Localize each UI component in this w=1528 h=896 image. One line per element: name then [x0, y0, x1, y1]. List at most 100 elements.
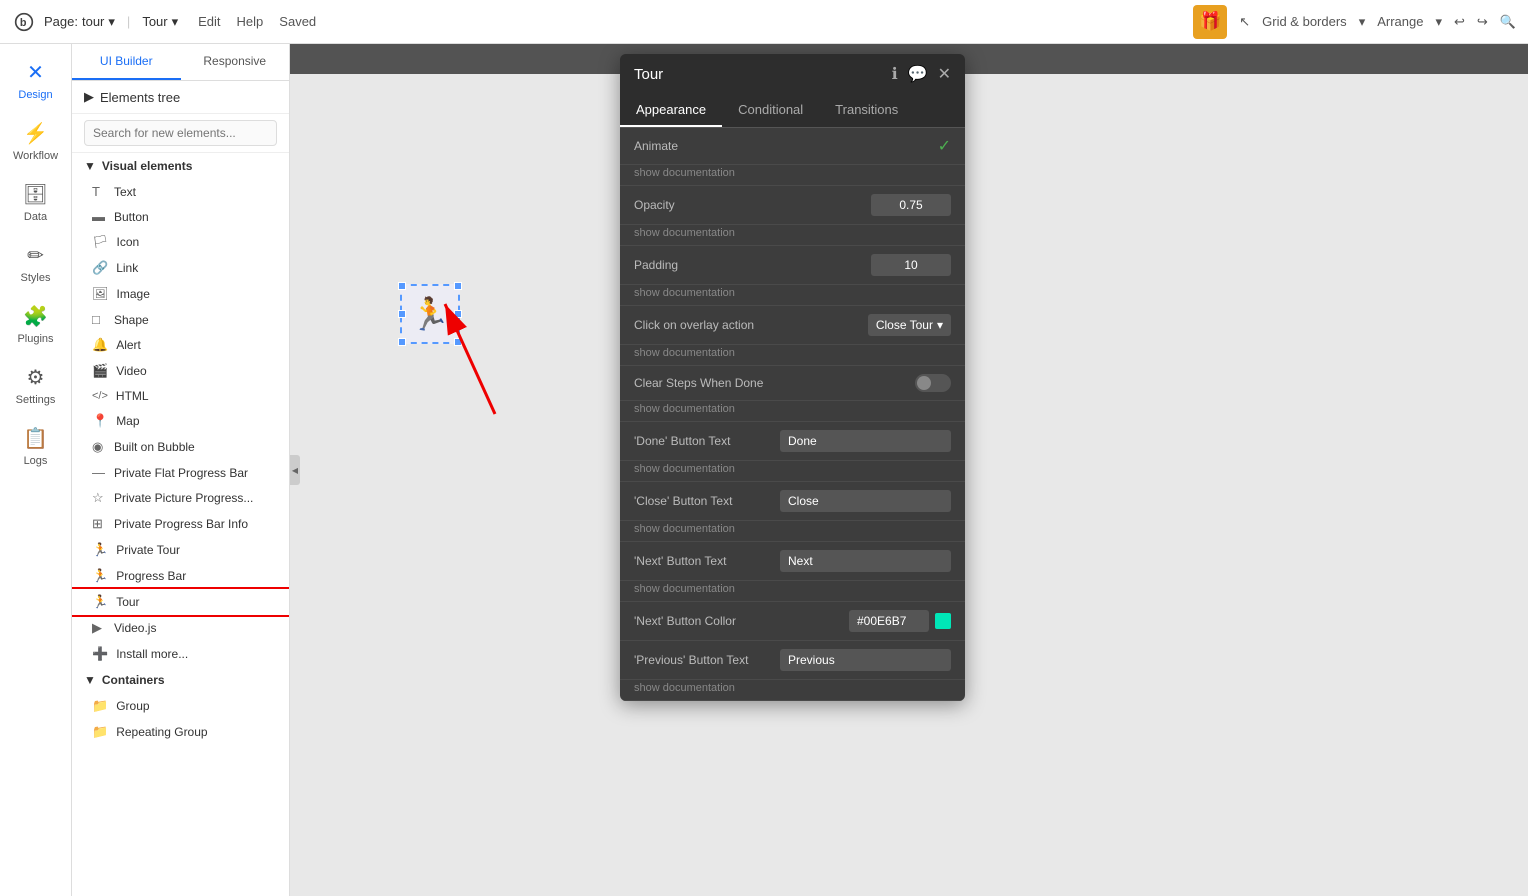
element-repeating-group-label: Repeating Group	[116, 725, 207, 739]
overlay-action-doc[interactable]: show documentation	[620, 345, 965, 366]
opacity-doc[interactable]: show documentation	[620, 225, 965, 246]
sidebar-item-data[interactable]: 🗄 Data	[4, 174, 68, 231]
elements-tree-toggle[interactable]: ▶ Elements tree	[72, 81, 289, 114]
main-canvas[interactable]: 🏃 Tour ℹ 💬 ✕	[290, 44, 1528, 896]
grid-borders-button[interactable]: Grid & borders	[1262, 14, 1347, 29]
props-title: Tour	[634, 66, 663, 83]
prev-text-doc[interactable]: show documentation	[620, 680, 965, 701]
left-sidebar: ✕ Design ⚡ Workflow 🗄 Data ✏ Styles 🧩 Pl…	[0, 44, 72, 896]
close-panel-button[interactable]: ✕	[938, 64, 951, 84]
link-icon: 🔗	[92, 260, 108, 276]
element-tour[interactable]: 🏃 Tour	[72, 589, 289, 615]
element-alert[interactable]: 🔔 Alert	[72, 332, 289, 358]
panel-tabs: UI Builder Responsive	[72, 44, 289, 81]
tab-appearance[interactable]: Appearance	[620, 94, 722, 127]
redo-button[interactable]: ↪	[1477, 14, 1488, 30]
padding-input[interactable]	[871, 254, 951, 276]
canvas-tour-element[interactable]: 🏃	[400, 284, 460, 344]
prev-text-input[interactable]	[780, 649, 951, 671]
element-videojs[interactable]: ▶ Video.js	[72, 615, 289, 641]
element-group[interactable]: 📁 Group	[72, 693, 289, 719]
element-shape[interactable]: □ Shape	[72, 307, 289, 332]
prop-done-text: 'Done' Button Text	[620, 422, 965, 461]
private-picture-icon: ☆	[92, 490, 106, 506]
sidebar-item-plugins[interactable]: 🧩 Plugins	[4, 296, 68, 353]
element-icon-label: Icon	[117, 235, 140, 249]
sidebar-item-logs[interactable]: 📋 Logs	[4, 418, 68, 475]
repeating-group-icon: 📁	[92, 724, 108, 740]
sidebar-item-workflow[interactable]: ⚡ Workflow	[4, 113, 68, 170]
element-image[interactable]: 🖼 Image	[72, 281, 289, 307]
clear-steps-doc[interactable]: show documentation	[620, 401, 965, 422]
handle-tr	[454, 282, 462, 290]
toggle-knob	[917, 376, 931, 390]
button-icon: ▬	[92, 209, 106, 224]
gift-button[interactable]: 🎁	[1193, 5, 1227, 39]
element-repeating-group[interactable]: 📁 Repeating Group	[72, 719, 289, 745]
element-icon[interactable]: 🏳 Icon	[72, 229, 289, 255]
containers-section[interactable]: ▼ Containers	[72, 667, 289, 693]
icon-icon: 🏳	[92, 234, 109, 250]
opacity-input[interactable]	[871, 194, 951, 216]
element-video[interactable]: 🎬 Video	[72, 358, 289, 384]
search-input[interactable]	[84, 120, 277, 146]
clear-steps-toggle[interactable]	[915, 374, 951, 392]
animate-doc[interactable]: show documentation	[620, 165, 965, 186]
page-selector[interactable]: Page: tour ▾	[44, 14, 115, 30]
search-button[interactable]: 🔍	[1500, 14, 1516, 30]
done-text-label: 'Done' Button Text	[634, 434, 780, 448]
props-tabs: Appearance Conditional Transitions	[620, 94, 965, 128]
help-action[interactable]: Help	[237, 14, 264, 29]
padding-label: Padding	[634, 258, 871, 272]
tour-selector[interactable]: Tour ▾	[142, 14, 178, 30]
element-videojs-label: Video.js	[114, 621, 156, 635]
sidebar-item-design[interactable]: ✕ Design	[4, 52, 68, 109]
tab-transitions[interactable]: Transitions	[819, 94, 914, 127]
arrange-button[interactable]: Arrange	[1377, 14, 1423, 29]
done-text-input[interactable]	[780, 430, 951, 452]
edit-action[interactable]: Edit	[198, 14, 220, 29]
next-text-doc[interactable]: show documentation	[620, 581, 965, 602]
tab-responsive[interactable]: Responsive	[181, 44, 290, 80]
element-install-more[interactable]: ➕ Install more...	[72, 641, 289, 667]
sidebar-item-settings[interactable]: ⚙ Settings	[4, 357, 68, 414]
tab-conditional[interactable]: Conditional	[722, 94, 819, 127]
containers-label: Containers	[102, 673, 165, 687]
saved-status: Saved	[279, 14, 316, 29]
animate-check[interactable]: ✓	[938, 136, 951, 156]
workflow-icon: ⚡	[23, 121, 48, 146]
element-private-flat-progress[interactable]: — Private Flat Progress Bar	[72, 460, 289, 485]
undo-button[interactable]: ↩	[1454, 14, 1465, 30]
element-built-on-bubble[interactable]: ◉ Built on Bubble	[72, 434, 289, 460]
next-color-swatch[interactable]	[935, 613, 951, 629]
visual-elements-section[interactable]: ▼ Visual elements	[72, 153, 289, 179]
element-map[interactable]: 📍 Map	[72, 408, 289, 434]
element-progress-bar[interactable]: 🏃 Progress Bar	[72, 563, 289, 589]
next-text-input[interactable]	[780, 550, 951, 572]
sidebar-label-logs: Logs	[24, 455, 48, 467]
info-icon[interactable]: ℹ	[892, 64, 898, 84]
element-private-picture[interactable]: ☆ Private Picture Progress...	[72, 485, 289, 511]
element-button-label: Button	[114, 210, 149, 224]
element-image-label: Image	[117, 287, 150, 301]
close-text-doc[interactable]: show documentation	[620, 521, 965, 542]
element-html[interactable]: </> HTML	[72, 384, 289, 408]
overlay-action-dropdown[interactable]: Close Tour ▾	[868, 314, 951, 336]
next-color-label: 'Next' Button Collor	[634, 614, 849, 628]
sidebar-label-plugins: Plugins	[17, 333, 53, 345]
logs-icon: 📋	[23, 426, 48, 451]
element-private-tour[interactable]: 🏃 Private Tour	[72, 537, 289, 563]
videojs-icon: ▶	[92, 620, 106, 636]
close-text-input[interactable]	[780, 490, 951, 512]
next-color-input[interactable]	[849, 610, 929, 632]
element-button[interactable]: ▬ Button	[72, 204, 289, 229]
done-text-doc[interactable]: show documentation	[620, 461, 965, 482]
padding-doc[interactable]: show documentation	[620, 285, 965, 306]
element-private-progress-info[interactable]: ⊞ Private Progress Bar Info	[72, 511, 289, 537]
element-text[interactable]: T Text	[72, 179, 289, 204]
sidebar-item-styles[interactable]: ✏ Styles	[4, 235, 68, 292]
tab-ui-builder[interactable]: UI Builder	[72, 44, 181, 80]
collapse-panel-button[interactable]: ◀	[290, 455, 300, 485]
element-link[interactable]: 🔗 Link	[72, 255, 289, 281]
comment-icon[interactable]: 💬	[908, 64, 928, 84]
